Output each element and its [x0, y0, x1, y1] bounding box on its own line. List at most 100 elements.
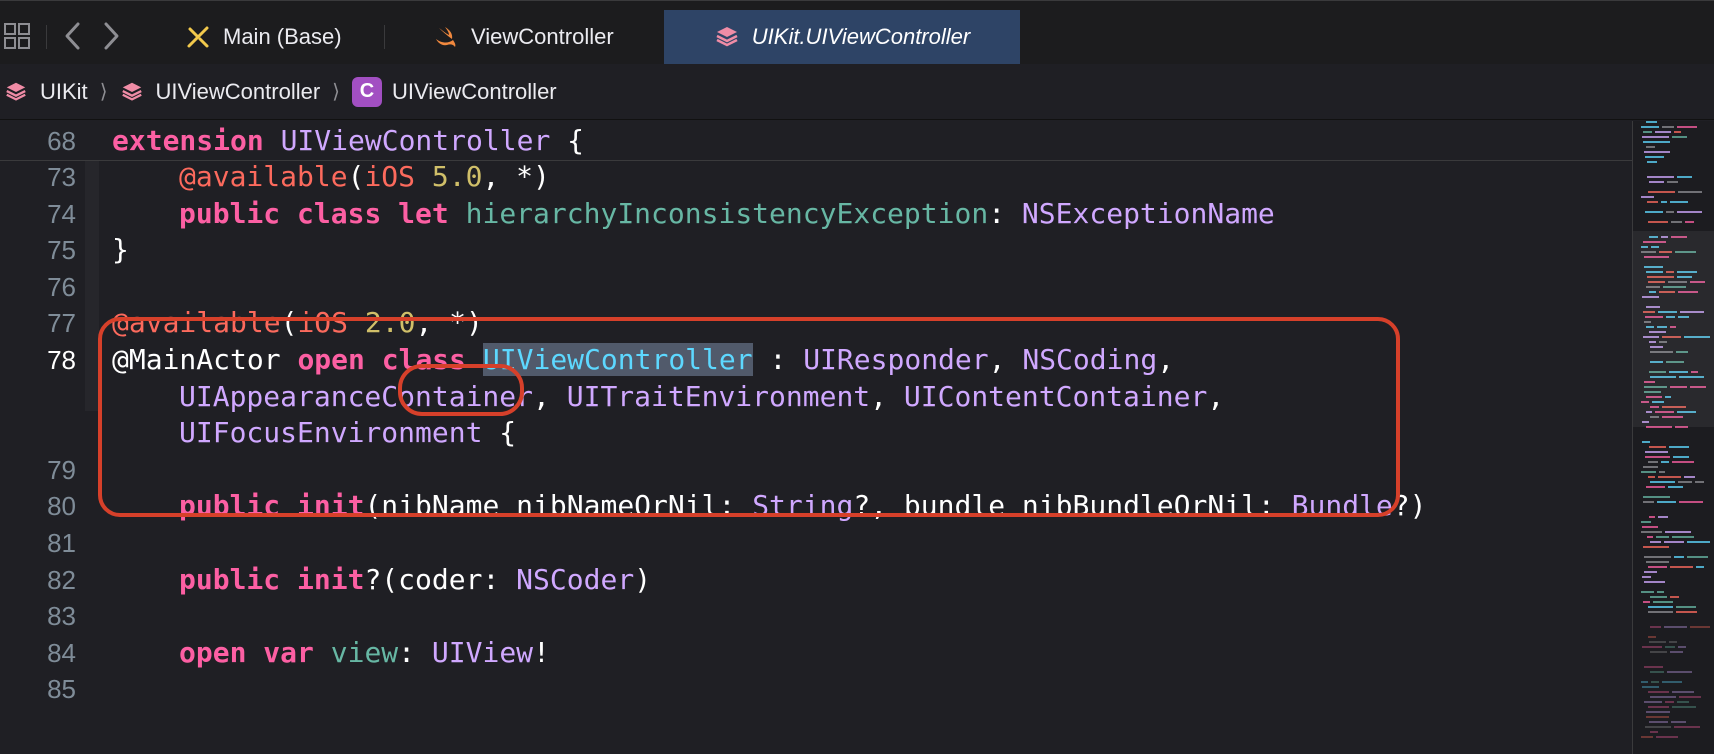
minimap-line: [1695, 481, 1704, 483]
minimap-line: [1650, 731, 1658, 733]
breadcrumb-label: UIViewController: [155, 78, 321, 104]
minimap-line: [1644, 556, 1671, 558]
code-token: init: [297, 489, 365, 523]
sticky-scope-header[interactable]: 68 extension UIViewController {: [0, 121, 1632, 161]
minimap-line: [1678, 481, 1692, 483]
minimap-line: [1650, 671, 1664, 673]
minimap-line: [1648, 191, 1675, 193]
code-token: UIViewController: [482, 343, 753, 376]
tab-uikit-uiviewcontroller[interactable]: UIKit.UIViewController: [664, 10, 1020, 64]
minimap-line: [1646, 486, 1665, 488]
code-token: UIView: [431, 635, 534, 669]
minimap-line: [1642, 136, 1669, 138]
line-number: 84: [47, 637, 76, 668]
grid-icon[interactable]: [4, 23, 30, 49]
minimap-line: [1674, 556, 1684, 558]
minimap-line: [1641, 471, 1656, 473]
breadcrumb-item-uiviewcontroller-class[interactable]: C UIViewController: [351, 76, 557, 107]
minimap-line: [1643, 131, 1652, 133]
minimap-line: [1648, 706, 1669, 708]
code-token: :: [988, 196, 1022, 230]
minimap-line: [1643, 501, 1654, 503]
code-token: public: [179, 196, 281, 230]
folding-ribbon[interactable]: [85, 161, 99, 411]
breadcrumb-item-uiviewcontroller-module[interactable]: UIViewController: [120, 78, 321, 105]
module-icon: [716, 27, 738, 47]
tab-viewcontroller[interactable]: ViewController: [433, 10, 614, 64]
tab-bar: Main (Base) ViewController UIKit.UIViewC…: [0, 0, 1714, 65]
minimap-line: [1648, 636, 1656, 638]
minimap-line: [1671, 721, 1686, 723]
minimap-line: [1678, 646, 1686, 648]
minimap-line: [1649, 641, 1666, 643]
minimap-line: [1672, 536, 1694, 538]
minimap-line: [1658, 516, 1668, 518]
minimap-line: [1679, 696, 1701, 698]
line-number: 77: [47, 308, 76, 339]
code-token: , *): [482, 160, 550, 193]
divider: [384, 25, 385, 49]
code-token: ?(coder:: [364, 562, 517, 596]
code-token: ,: [533, 379, 567, 413]
code-token: (: [280, 306, 298, 340]
minimap[interactable]: [1632, 121, 1714, 754]
line-number: 78: [47, 345, 76, 375]
code-token: let: [398, 196, 449, 230]
minimap-line: [1664, 541, 1684, 543]
line-number: 76: [47, 271, 76, 302]
minimap-line: [1658, 476, 1681, 478]
code-token: NSCoding: [1022, 343, 1158, 376]
code-text: UIFocusEnvironment {: [179, 413, 516, 453]
chevron-left-icon[interactable]: [62, 21, 84, 51]
code-editor[interactable]: 73 @available(iOS 5.0, *) 74 public class l…: [0, 121, 1632, 754]
code-token: open: [179, 635, 247, 669]
minimap-line: [1643, 466, 1658, 468]
code-token: !: [533, 635, 550, 669]
minimap-line: [1644, 666, 1663, 668]
minimap-line: [1647, 536, 1653, 538]
code-token: open: [297, 343, 365, 376]
code-text: }: [112, 230, 129, 270]
minimap-line: [1655, 131, 1671, 133]
tab-label: ViewController: [471, 24, 614, 49]
code-text: public init(nibName nibNameOrNil: String…: [179, 486, 1427, 526]
code-token: extension: [112, 124, 264, 157]
code-token: @available: [112, 306, 281, 340]
code-token: public: [179, 562, 281, 596]
minimap-line: [1648, 691, 1669, 693]
minimap-line: [1648, 221, 1668, 223]
code-text: open var view: UIView!: [179, 633, 550, 673]
code-token: 5.0: [431, 160, 483, 193]
minimap-visible-region[interactable]: [1633, 231, 1714, 427]
breadcrumb-item-uikit[interactable]: UIKit: [4, 79, 88, 105]
minimap-line: [1670, 651, 1683, 653]
minimap-line: [1645, 726, 1671, 728]
chevron-right-icon[interactable]: [100, 21, 122, 51]
minimap-line: [1670, 201, 1688, 203]
breadcrumb: UIKit ⟩ UIViewController ⟩ C UIViewContr…: [0, 64, 1714, 120]
minimap-line: [1645, 156, 1664, 158]
minimap-line: [1651, 681, 1659, 683]
minimap-line: [1650, 596, 1667, 598]
minimap-line: [1643, 601, 1650, 603]
minimap-line: [1641, 736, 1653, 738]
module-icon: [121, 82, 142, 101]
code-text: @MainActor open class UIViewController :…: [112, 340, 1174, 380]
minimap-line: [1642, 646, 1662, 648]
line-number: 85: [47, 674, 76, 705]
line-number: 74: [47, 198, 76, 229]
minimap-line: [1667, 181, 1678, 183]
divider: [46, 25, 47, 49]
code-token: UIFocusEnvironment: [179, 416, 483, 450]
minimap-line: [1641, 521, 1651, 523]
class-icon: C: [351, 76, 382, 107]
tab-main-base[interactable]: Main (Base): [185, 10, 342, 64]
minimap-line: [1665, 646, 1675, 648]
minimap-line: [1649, 446, 1666, 448]
chevron-right-icon: ⟩: [332, 81, 340, 103]
xcode-window: Main (Base) ViewController UIKit.UIViewC…: [0, 0, 1714, 754]
minimap-line: [1687, 541, 1710, 543]
